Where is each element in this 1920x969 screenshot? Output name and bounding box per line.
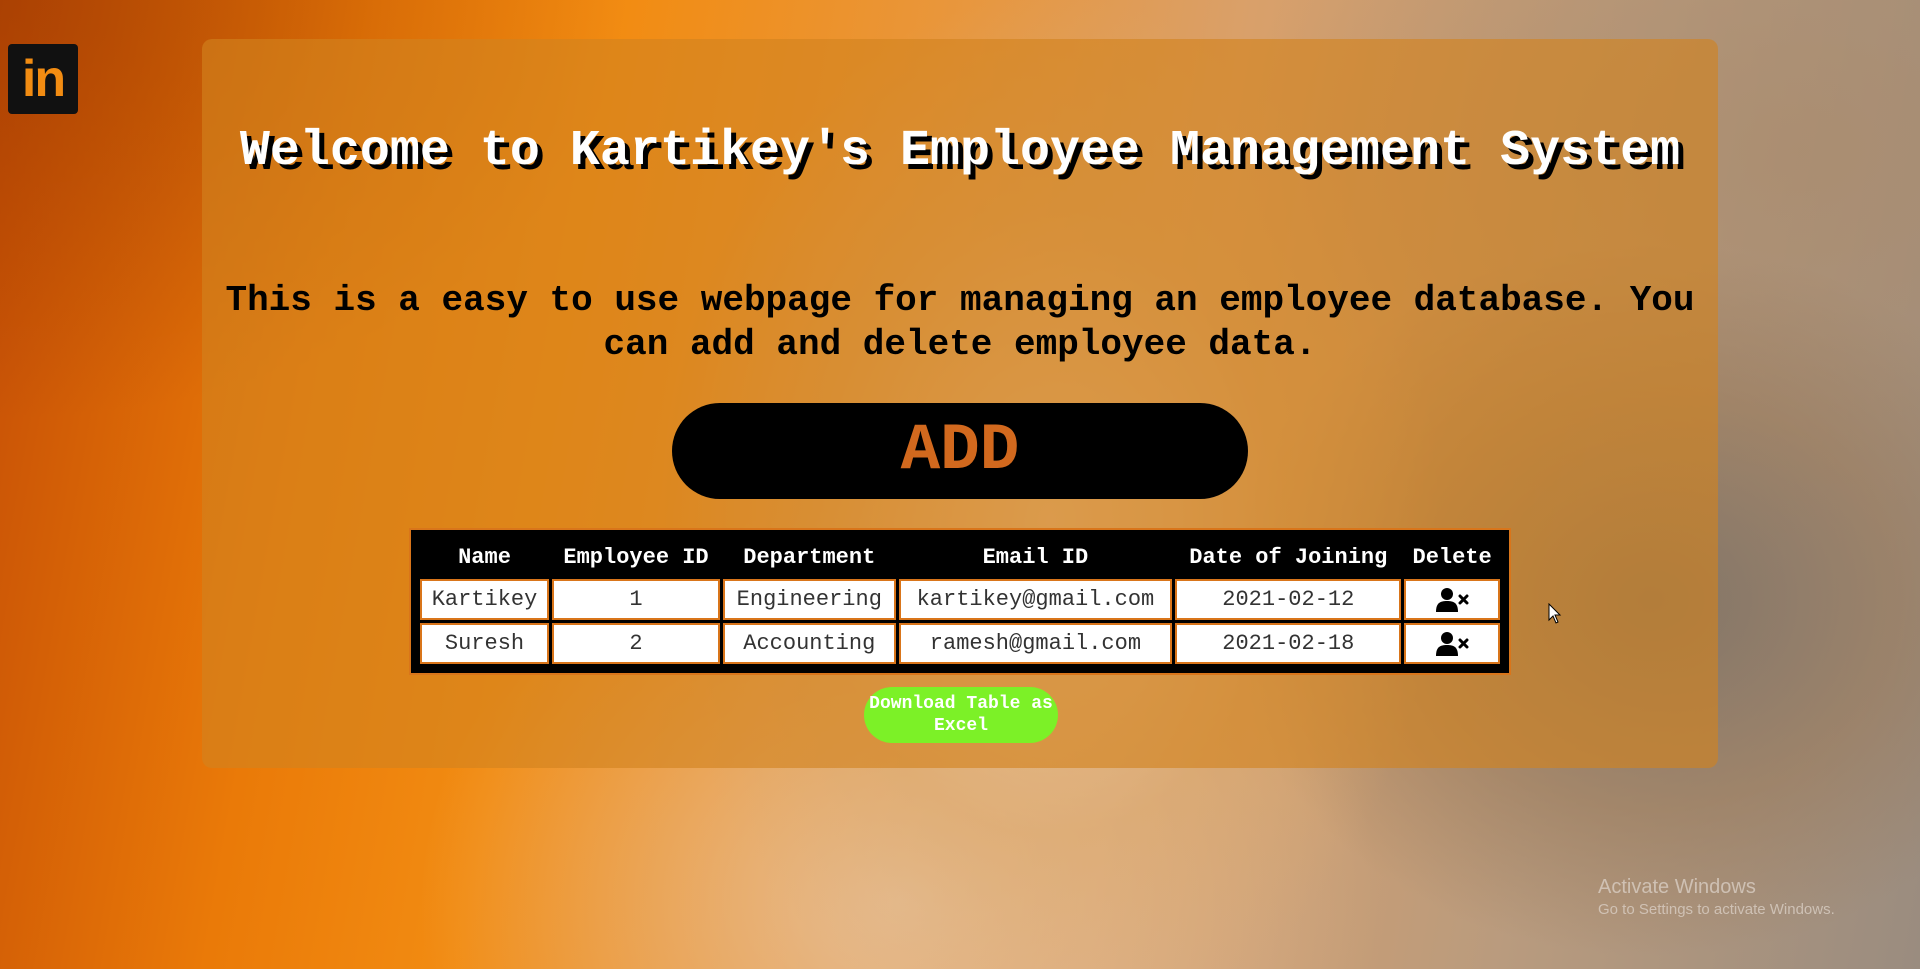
employee-table: Name Employee ID Department Email ID Dat… (417, 536, 1503, 667)
cell-email: kartikey@gmail.com (898, 579, 1173, 620)
column-header-department: Department (723, 539, 896, 576)
mouse-cursor-icon (1548, 603, 1562, 624)
table-header-row: Name Employee ID Department Email ID Dat… (420, 539, 1500, 576)
watermark-subtitle: Go to Settings to activate Windows. (1598, 901, 1835, 918)
column-header-employee-id: Employee ID (552, 539, 721, 576)
cell-delete (1404, 623, 1500, 664)
cell-delete (1404, 579, 1500, 620)
cell-date-of-joining: 2021-02-18 (1175, 623, 1402, 664)
cell-name: Kartikey (420, 579, 549, 620)
add-employee-button[interactable]: ADD (672, 403, 1248, 499)
page-title: Welcome to Kartikey's Employee Managemen… (239, 123, 1681, 180)
table-row: Suresh 2 Accounting ramesh@gmail.com 202… (420, 623, 1500, 664)
cell-date-of-joining: 2021-02-12 (1175, 579, 1402, 620)
cell-employee-id: 1 (552, 579, 721, 620)
column-header-name: Name (420, 539, 549, 576)
page-description: This is a easy to use webpage for managi… (225, 280, 1695, 365)
cell-department: Accounting (723, 623, 896, 664)
download-excel-button[interactable]: Download Table as Excel (864, 687, 1058, 743)
column-header-delete: Delete (1404, 539, 1500, 576)
linkedin-icon[interactable]: in (8, 44, 78, 114)
download-excel-label: Download Table as Excel (869, 694, 1053, 736)
watermark-title: Activate Windows (1598, 876, 1756, 898)
cell-name: Suresh (420, 623, 549, 664)
employee-table-container: Name Employee ID Department Email ID Dat… (409, 528, 1511, 675)
cell-department: Engineering (723, 579, 896, 620)
cell-email: ramesh@gmail.com (898, 623, 1173, 664)
windows-activation-watermark: Activate Windows Go to Settings to activ… (1598, 874, 1835, 920)
cell-employee-id: 2 (552, 623, 721, 664)
table-row: Kartikey 1 Engineering kartikey@gmail.co… (420, 579, 1500, 620)
main-panel: Welcome to Kartikey's Employee Managemen… (202, 39, 1718, 768)
column-header-email: Email ID (898, 539, 1173, 576)
column-header-date-of-joining: Date of Joining (1175, 539, 1402, 576)
user-delete-icon[interactable] (1435, 631, 1469, 657)
user-delete-icon[interactable] (1435, 587, 1469, 613)
